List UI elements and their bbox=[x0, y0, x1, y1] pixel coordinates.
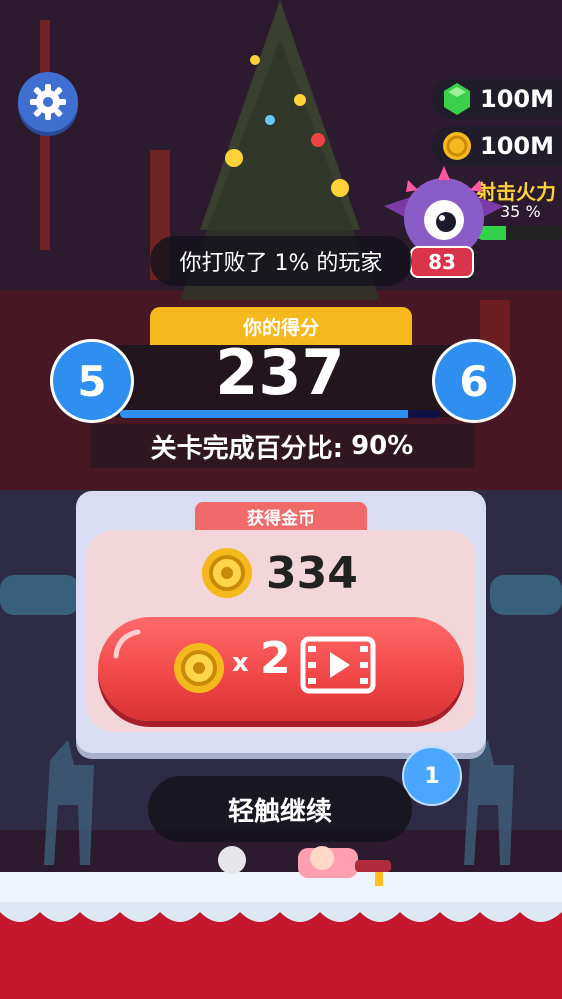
level-progress-bar bbox=[120, 410, 440, 418]
gear-icon bbox=[30, 84, 66, 120]
coin-reward-amount: 334 bbox=[266, 547, 358, 599]
coin-icon bbox=[440, 129, 474, 163]
boss-level-badge: 83 bbox=[410, 246, 474, 278]
completion-value: 90% bbox=[351, 431, 414, 461]
gem-balance[interactable]: 100M bbox=[432, 79, 562, 119]
multiplier-x: x bbox=[232, 648, 249, 678]
next-level-badge: 6 bbox=[432, 339, 516, 423]
coin-reward-row: 334 bbox=[200, 545, 370, 601]
tap-to-continue-button[interactable]: 轻触继续 bbox=[148, 776, 412, 842]
coin-reward-title: 获得金币 bbox=[195, 502, 367, 530]
gem-amount: 100M bbox=[480, 85, 554, 113]
coin-icon bbox=[202, 548, 252, 598]
completion-label: 关卡完成百分比: bbox=[150, 433, 344, 464]
firepower-percent: 35 % bbox=[500, 202, 541, 221]
completion-row: 关卡完成百分比: 90% bbox=[90, 424, 474, 468]
coin-amount: 100M bbox=[480, 132, 554, 160]
score-value: 237 bbox=[215, 336, 345, 409]
settings-button[interactable] bbox=[18, 72, 78, 132]
level-progress-fill bbox=[120, 410, 408, 418]
coin-balance[interactable]: 100M bbox=[432, 126, 562, 166]
button-gloss bbox=[113, 629, 141, 659]
gem-icon bbox=[440, 82, 474, 116]
beat-players-text: 你打败了 1% 的玩家 bbox=[150, 236, 412, 286]
video-icon bbox=[300, 636, 376, 694]
coin-icon bbox=[174, 643, 224, 693]
floating-bubble: 1 bbox=[402, 746, 462, 806]
multiplier-value: 2 bbox=[260, 633, 291, 684]
